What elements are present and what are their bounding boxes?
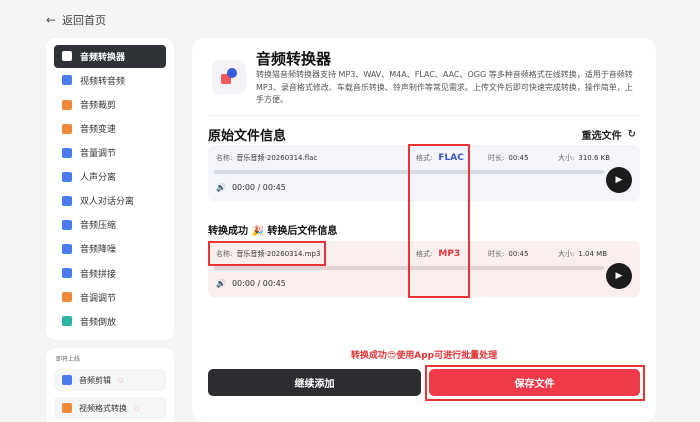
video-format-icon	[62, 403, 72, 413]
scissors-icon	[62, 99, 72, 110]
sidebar-item[interactable]: 音频裁剪	[54, 93, 166, 116]
sidebar-item-label: 人声分离	[80, 173, 117, 184]
coming-soon-item[interactable]: 视频格式转换 ◌	[54, 397, 166, 419]
denoise-icon	[62, 243, 72, 254]
sidebar: 音频转换器视频转音频音频裁剪音频变速音量调节人声分离双人对话分离 音频压缩音频降噪…	[46, 38, 174, 340]
converted-player-controls: 🔊 00:00 / 00:45	[216, 279, 286, 288]
sidebar-item-label: 音频拼接	[80, 269, 117, 280]
original-section-title: 原始文件信息	[208, 129, 287, 144]
reselect-label: 重选文件	[581, 131, 622, 142]
filename-highlight-box	[208, 241, 326, 266]
original-player-controls: 🔊 00:00 / 00:45	[216, 183, 286, 192]
original-play-button[interactable]: ▶	[606, 167, 632, 193]
compress-icon	[62, 219, 72, 230]
merge-icon	[62, 268, 72, 279]
coming-soon-label: 音频剪辑	[79, 375, 111, 385]
sidebar-item[interactable]: 音量调节	[54, 141, 166, 164]
coming-soon-label: 视频格式转换	[79, 403, 127, 413]
vocal-icon	[62, 171, 72, 182]
divider	[208, 115, 640, 116]
original-name-value: 音乐音频-20260314.flac	[236, 154, 318, 162]
sidebar-item[interactable]: 视频转音频	[54, 69, 166, 92]
converted-section-title: 转换成功 🎉 转换后文件信息	[208, 226, 338, 237]
sidebar-item-label: 音频压缩	[80, 221, 117, 232]
sidebar-item[interactable]: 音频压缩	[54, 214, 166, 237]
soon-badge-icon: ◌	[134, 404, 140, 412]
coming-soon-title: 即将上线	[56, 356, 81, 363]
converted-size-value: 1.04 MB	[578, 250, 608, 258]
sidebar-item-label: 音频变速	[80, 125, 117, 136]
sidebar-item-label: 音调调节	[80, 293, 117, 304]
play-icon: ▶	[615, 271, 623, 281]
back-link[interactable]: ← 返回首页	[46, 12, 106, 28]
converted-play-button[interactable]: ▶	[606, 263, 632, 289]
original-duration-value: 00:45	[508, 154, 529, 162]
sidebar-item[interactable]: 双人对话分离	[54, 189, 166, 212]
dialog-icon	[62, 195, 72, 206]
original-size-value: 310.6 KB	[578, 154, 611, 162]
sidebar-item-label: 音频转换器	[80, 52, 126, 63]
sidebar-item[interactable]: 音频拼接	[54, 262, 166, 285]
play-icon: ▶	[615, 175, 623, 185]
format-highlight-box	[408, 144, 470, 298]
sidebar-item-label: 视频转音频	[80, 76, 126, 87]
page-title: 音频转换器	[256, 50, 332, 68]
converted-duration-field: 时长: 00:45	[488, 250, 529, 258]
audio-convert-icon	[62, 51, 72, 62]
reverse-icon	[62, 316, 72, 327]
audio-converter-logo-icon	[212, 60, 246, 94]
original-time-display: 00:00 / 00:45	[231, 183, 286, 192]
sidebar-item-label: 音量调节	[80, 149, 117, 160]
batch-hint[interactable]: 转换成功😍使用App可进行批量处理	[192, 348, 656, 361]
original-size-field: 大小: 310.6 KB	[558, 154, 611, 162]
volume-icon	[62, 147, 72, 158]
sidebar-item-label: 双人对话分离	[80, 197, 135, 208]
reselect-file-button[interactable]: 重选文件 ↻	[582, 127, 636, 142]
volume-icon[interactable]: 🔊	[216, 183, 226, 192]
soon-badge-icon: ◌	[118, 376, 124, 384]
sidebar-item[interactable]: 人声分离	[54, 165, 166, 188]
main-panel: 音频转换器 转换猫音频转换器支持 MP3、WAV、M4A、FLAC、AAC、OG…	[192, 38, 656, 422]
refresh-icon: ↻	[627, 129, 636, 140]
original-duration-field: 时长: 00:45	[488, 154, 529, 162]
save-file-button[interactable]: 保存文件	[429, 369, 640, 396]
arrow-left-icon: ←	[46, 13, 57, 27]
converted-size-field: 大小: 1.04 MB	[558, 250, 608, 258]
video-audio-icon	[62, 75, 72, 86]
converted-time-display: 00:00 / 00:45	[231, 279, 286, 288]
page-description: 转换猫音频转换器支持 MP3、WAV、M4A、FLAC、AAC、OGG 等多种音…	[256, 70, 633, 104]
sidebar-item[interactable]: 音频转换器	[54, 45, 166, 68]
sidebar-item[interactable]: 音频变速	[54, 117, 166, 140]
sidebar-item-label: 音频降噪	[80, 245, 117, 256]
audio-edit-icon	[62, 375, 72, 385]
original-name-field: 名称: 音乐音频-20260314.flac	[216, 154, 318, 162]
converted-duration-value: 00:45	[508, 250, 529, 258]
sidebar-item-label: 音频裁剪	[80, 101, 117, 111]
speed-icon	[62, 123, 72, 134]
sidebar-item[interactable]: 音频降噪	[54, 238, 166, 261]
volume-icon[interactable]: 🔊	[216, 279, 226, 288]
coming-soon-item[interactable]: 音频剪辑 ◌	[54, 369, 166, 391]
sidebar-item[interactable]: 音调调节	[54, 286, 166, 309]
sidebar-item[interactable]: 音频倒放	[54, 310, 166, 333]
sidebar-item-label: 音频倒放	[80, 317, 117, 328]
pitch-icon	[62, 292, 72, 303]
back-label: 返回首页	[62, 14, 107, 27]
continue-add-button[interactable]: 继续添加	[208, 369, 421, 396]
coming-soon-panel: 即将上线 音频剪辑 ◌ 视频格式转换 ◌	[46, 348, 174, 422]
